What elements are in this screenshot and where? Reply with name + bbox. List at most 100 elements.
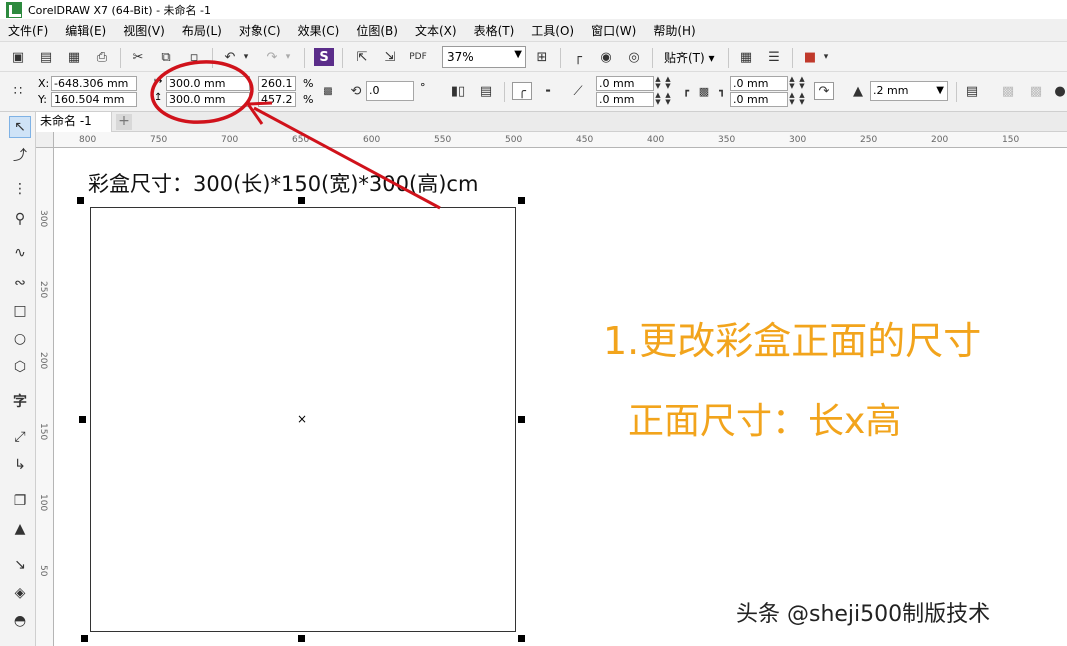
crop-tool-icon[interactable]: ⋮ bbox=[9, 178, 31, 200]
object-width-field[interactable]: 300.0 mm bbox=[166, 76, 250, 91]
object-height-field[interactable]: 300.0 mm bbox=[166, 92, 250, 107]
y-position-field[interactable]: 160.504 mm bbox=[51, 92, 137, 107]
polygon-tool-icon[interactable]: ⬡ bbox=[9, 356, 31, 378]
x-position-field[interactable]: -648.306 mm bbox=[51, 76, 137, 91]
outline-width-combo[interactable]: .2 mm ▼ bbox=[870, 81, 948, 101]
chevron-down-icon[interactable]: ▼ bbox=[514, 49, 522, 60]
selection-handle[interactable] bbox=[518, 416, 525, 423]
show-rulers-icon[interactable]: ┌ bbox=[568, 48, 588, 66]
add-tab-icon[interactable]: + bbox=[116, 114, 132, 130]
artistic-media-tool-icon[interactable]: ∾ bbox=[9, 272, 31, 294]
zoom-level-combo[interactable]: 37% ▼ bbox=[442, 46, 526, 68]
round-corner-icon[interactable]: ╭ bbox=[512, 82, 532, 100]
horizontal-ruler[interactable]: 800 750 700 650 600 550 500 450 400 350 … bbox=[54, 132, 1067, 148]
vertical-ruler[interactable]: 300 250 200 150 100 50 bbox=[36, 148, 54, 646]
ruler-origin[interactable] bbox=[36, 132, 54, 148]
undo-dropdown-icon[interactable]: ▾ bbox=[240, 48, 252, 66]
export-pdf-icon[interactable]: PDF bbox=[408, 48, 428, 66]
lock-ratio-icon[interactable]: ▩ bbox=[318, 82, 338, 100]
full-screen-icon[interactable]: ⊞ bbox=[532, 48, 552, 66]
corner-radius-top-right-field[interactable]: .0 mm bbox=[730, 76, 788, 91]
snap-to-menu[interactable]: 贴齐(T) ▾ bbox=[664, 49, 715, 66]
ellipse-tool-icon[interactable]: ○ bbox=[9, 328, 31, 350]
menu-text[interactable]: 文本(X) bbox=[415, 22, 457, 39]
zoom-tool-icon[interactable]: ⚲ bbox=[9, 208, 31, 230]
relative-corner-scaling-icon[interactable]: ↷ bbox=[814, 82, 834, 100]
menu-help[interactable]: 帮助(H) bbox=[653, 22, 695, 39]
copy-icon[interactable]: ⧉ bbox=[156, 48, 176, 66]
rotation-center-marker[interactable]: × bbox=[297, 412, 307, 426]
selection-handle[interactable] bbox=[298, 635, 305, 642]
corner-radius-bottom-left-field[interactable]: .0 mm bbox=[596, 92, 654, 107]
options-icon[interactable]: ☰ bbox=[764, 48, 784, 66]
show-guidelines-icon[interactable]: ◎ bbox=[624, 48, 644, 66]
pick-tool-icon[interactable]: ↖ bbox=[9, 116, 31, 138]
chevron-down-icon[interactable]: ▼ bbox=[936, 82, 944, 100]
interactive-fill-tool-icon[interactable]: ◈ bbox=[9, 582, 31, 604]
menu-effects[interactable]: 效果(C) bbox=[298, 22, 340, 39]
spinner-icon[interactable]: ▲ ▼ bbox=[798, 92, 806, 107]
menu-window[interactable]: 窗口(W) bbox=[591, 22, 636, 39]
menu-bitmaps[interactable]: 位图(B) bbox=[356, 22, 398, 39]
menu-file[interactable]: 文件(F) bbox=[8, 22, 48, 39]
redo-dropdown-icon[interactable]: ▾ bbox=[282, 48, 294, 66]
menu-table[interactable]: 表格(T) bbox=[474, 22, 515, 39]
cut-icon[interactable]: ✂ bbox=[128, 48, 148, 66]
spinner-icon[interactable]: ▲ ▼ bbox=[798, 76, 806, 91]
box-size-caption[interactable]: 彩盒尺寸：300(长)*150(宽)*300(高)cm bbox=[88, 168, 478, 198]
menu-edit[interactable]: 编辑(E) bbox=[65, 22, 106, 39]
selection-handle[interactable] bbox=[298, 197, 305, 204]
menu-object[interactable]: 对象(C) bbox=[239, 22, 281, 39]
export-icon[interactable]: ⇲ bbox=[380, 48, 400, 66]
selection-handle[interactable] bbox=[81, 635, 88, 642]
application-launcher-icon[interactable]: ■ bbox=[800, 48, 820, 66]
spinner-icon[interactable]: ▲ ▼ bbox=[654, 76, 662, 91]
rotation-angle-field[interactable]: .0 bbox=[366, 81, 414, 101]
eyedropper-tool-icon[interactable]: ↘ bbox=[9, 554, 31, 576]
new-document-icon[interactable]: ▣ bbox=[8, 48, 28, 66]
text-tool-icon[interactable]: 字 bbox=[9, 390, 31, 412]
paste-icon[interactable]: ▫ bbox=[184, 48, 204, 66]
shape-tool-icon[interactable]: ⤴ bbox=[9, 144, 31, 166]
selection-handle[interactable] bbox=[79, 416, 86, 423]
mirror-vertical-icon[interactable]: ▤ bbox=[476, 82, 496, 100]
show-grid-icon[interactable]: ◉ bbox=[596, 48, 616, 66]
scale-height-field[interactable]: 457.2 bbox=[258, 92, 296, 107]
tab-document[interactable]: 未命名 -1 bbox=[36, 112, 112, 132]
to-back-icon[interactable]: ▩ bbox=[1026, 82, 1046, 100]
connector-tool-icon[interactable]: ↳ bbox=[9, 454, 31, 476]
spinner-icon[interactable]: ▲ ▼ bbox=[664, 92, 672, 107]
scalloped-corner-icon[interactable]: ╸ bbox=[540, 82, 560, 100]
scale-width-field[interactable]: 260.1 bbox=[258, 76, 296, 91]
convert-to-curves-icon[interactable]: ● bbox=[1054, 82, 1066, 100]
print-icon[interactable]: ⎙ bbox=[92, 48, 112, 66]
smart-fill-tool-icon[interactable]: ◓ bbox=[9, 610, 31, 632]
spinner-icon[interactable]: ▲ ▼ bbox=[654, 92, 662, 107]
spinner-icon[interactable]: ▲ ▼ bbox=[788, 92, 796, 107]
welcome-screen-icon[interactable]: ▦ bbox=[736, 48, 756, 66]
to-front-icon[interactable]: ▩ bbox=[998, 82, 1018, 100]
selection-handle[interactable] bbox=[518, 197, 525, 204]
transparency-tool-icon[interactable]: ▲ bbox=[9, 518, 31, 540]
reference-point-icon[interactable]: ∷ bbox=[8, 82, 28, 100]
undo-icon[interactable]: ↶ bbox=[220, 48, 240, 66]
chamfered-corner-icon[interactable]: ⟋ bbox=[568, 82, 588, 100]
launcher-dropdown-icon[interactable]: ▾ bbox=[820, 48, 832, 66]
corner-radius-bottom-right-field[interactable]: .0 mm bbox=[730, 92, 788, 107]
lock-corners-icon[interactable]: ▩ bbox=[694, 82, 714, 100]
selection-handle[interactable] bbox=[518, 635, 525, 642]
menu-view[interactable]: 视图(V) bbox=[123, 22, 165, 39]
menu-layout[interactable]: 布局(L) bbox=[182, 22, 222, 39]
drop-shadow-tool-icon[interactable]: ❐ bbox=[9, 490, 31, 512]
open-folder-icon[interactable]: ▤ bbox=[36, 48, 56, 66]
mirror-horizontal-icon[interactable]: ▮▯ bbox=[448, 82, 468, 100]
corner-radius-top-left-field[interactable]: .0 mm bbox=[596, 76, 654, 91]
spinner-icon[interactable]: ▲ ▼ bbox=[664, 76, 672, 91]
rectangle-tool-icon[interactable]: □ bbox=[9, 300, 31, 322]
text-wrap-icon[interactable]: ▤ bbox=[962, 82, 982, 100]
freehand-tool-icon[interactable]: ∿ bbox=[9, 242, 31, 264]
import-icon[interactable]: ⇱ bbox=[352, 48, 372, 66]
selection-handle[interactable] bbox=[77, 197, 84, 204]
spinner-icon[interactable]: ▲ ▼ bbox=[788, 76, 796, 91]
corel-connect-icon[interactable]: S bbox=[314, 48, 334, 66]
